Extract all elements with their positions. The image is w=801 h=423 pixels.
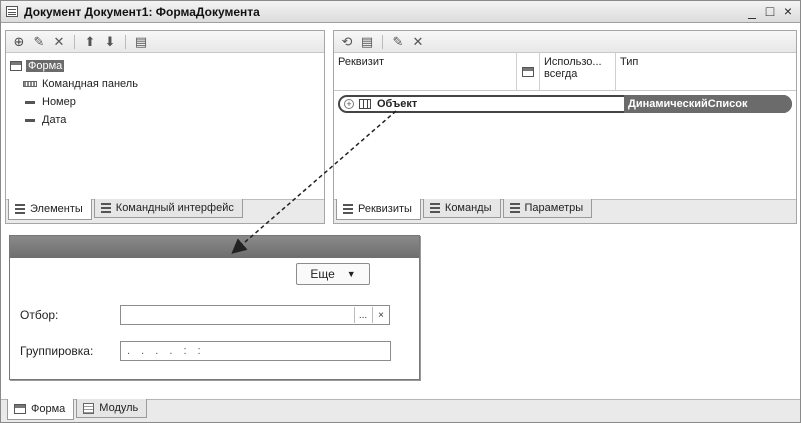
column-use-always[interactable]: Использо... всегда [540,53,616,90]
window-controls: _ □ × [746,3,794,19]
edit-icon[interactable]: ✎ [389,33,407,51]
tree-item-label: Форма [26,60,65,72]
title-bar: Документ Документ1: ФормаДокумента _ □ × [1,1,800,23]
document-icon [6,6,18,17]
tab-label: Командный интерфейс [115,202,234,214]
tab-label: Реквизиты [358,203,412,215]
elements-toolbar: ⊕ ✎ ✕ ⬆ ⬇ ▤ [6,31,324,53]
tree-item-label: Дата [42,114,67,126]
preview-header [10,236,419,258]
toolbar-separator [125,34,126,49]
tab-attributes[interactable]: Реквизиты [336,199,421,220]
delete-icon[interactable]: ✕ [50,33,68,51]
minimize-button[interactable]: _ [746,3,758,19]
dropdown-arrow-icon: ▼ [346,269,356,279]
window-title: Документ Документ1: ФормаДокумента [24,4,260,19]
tab-parameters[interactable]: Параметры [502,199,593,218]
tab-label: Модуль [99,402,139,414]
delete-icon[interactable]: ✕ [409,33,427,51]
toolbar-separator [74,34,75,49]
maximize-button[interactable]: □ [764,3,776,19]
editor-tabs: Форма Модуль [1,399,800,422]
tab-label: Элементы [30,203,83,215]
command-panel-icon [23,81,37,87]
elements-panel: ⊕ ✎ ✕ ⬆ ⬇ ▤ Форма Командная панель Номер [5,30,325,224]
grouping-value: . . . . : : [127,345,205,357]
tab-command-interface[interactable]: Командный интерфейс [93,199,243,218]
list-icon [100,202,111,214]
edit-icon[interactable]: ✎ [30,33,48,51]
grouping-input[interactable]: . . . . : : [120,341,391,361]
tab-label: Форма [31,403,66,415]
form-preview: Еще ▼ Отбор: ... × Группировка: . . . . … [9,235,420,380]
tree-item-command-panel[interactable]: Командная панель [10,75,138,93]
filter-row: Отбор: [20,304,128,326]
toolbar-separator [382,34,383,49]
choice-button[interactable]: ... [354,307,371,323]
field-icon [25,100,35,104]
column-type[interactable]: Тип [616,53,796,90]
more-button-label: Еще [310,267,335,281]
table-row[interactable]: + Объект ДинамическийСписок [338,95,792,113]
list-icon [429,202,440,214]
expand-icon[interactable]: + [344,99,354,109]
refresh-icon[interactable]: ⟲ [338,33,356,51]
tab-elements[interactable]: Элементы [8,199,92,220]
more-button[interactable]: Еще ▼ [296,263,370,285]
row-name: Объект [377,98,418,110]
grid-icon [522,66,534,77]
tab-commands[interactable]: Команды [422,199,501,218]
row-type: ДинамическийСписок [624,95,792,113]
list-icon [15,203,25,215]
form-icon [14,404,26,414]
table-icon[interactable]: ▤ [358,33,376,51]
add-icon[interactable]: ⊕ [10,33,28,51]
tree-item-form[interactable]: Форма [10,57,138,75]
column-icon[interactable] [517,53,540,90]
filter-label: Отбор: [20,308,59,322]
tree-item-date[interactable]: Дата [10,111,138,129]
tree-item-number[interactable]: Номер [10,93,138,111]
close-button[interactable]: × [782,3,794,19]
module-icon [83,402,95,414]
move-down-icon[interactable]: ⬇ [101,33,119,51]
right-tabs: Реквизиты Команды Параметры [334,199,796,223]
attributes-table-header: Реквизит Использо... всегда Тип [334,53,796,91]
grouping-label: Группировка: [20,344,94,358]
filter-input[interactable]: ... × [120,305,390,325]
tab-form[interactable]: Форма [7,399,75,420]
elements-tree: Форма Командная панель Номер Дата [10,57,138,129]
tab-label: Параметры [524,202,584,214]
attributes-panel: ⟲ ▤ ✎ ✕ Реквизит Использо... всегда Тип … [333,30,797,224]
list-icon [343,203,353,215]
attributes-toolbar: ⟲ ▤ ✎ ✕ [334,31,796,53]
dynamic-list-icon [359,99,371,109]
field-icon [25,118,35,122]
grouping-row: Группировка: [20,340,128,362]
extra-icon[interactable]: ▤ [132,33,150,51]
move-up-icon[interactable]: ⬆ [81,33,99,51]
left-tabs: Элементы Командный интерфейс [6,199,324,223]
tree-item-label: Номер [42,96,76,108]
list-icon [509,202,520,214]
clear-icon[interactable]: × [372,307,389,323]
form-icon [10,61,22,71]
column-attribute[interactable]: Реквизит [334,53,517,90]
tree-item-label: Командная панель [42,78,138,90]
form-editor-window: Документ Документ1: ФормаДокумента _ □ ×… [0,0,801,423]
tab-label: Команды [444,202,492,214]
tab-module[interactable]: Модуль [76,399,148,418]
